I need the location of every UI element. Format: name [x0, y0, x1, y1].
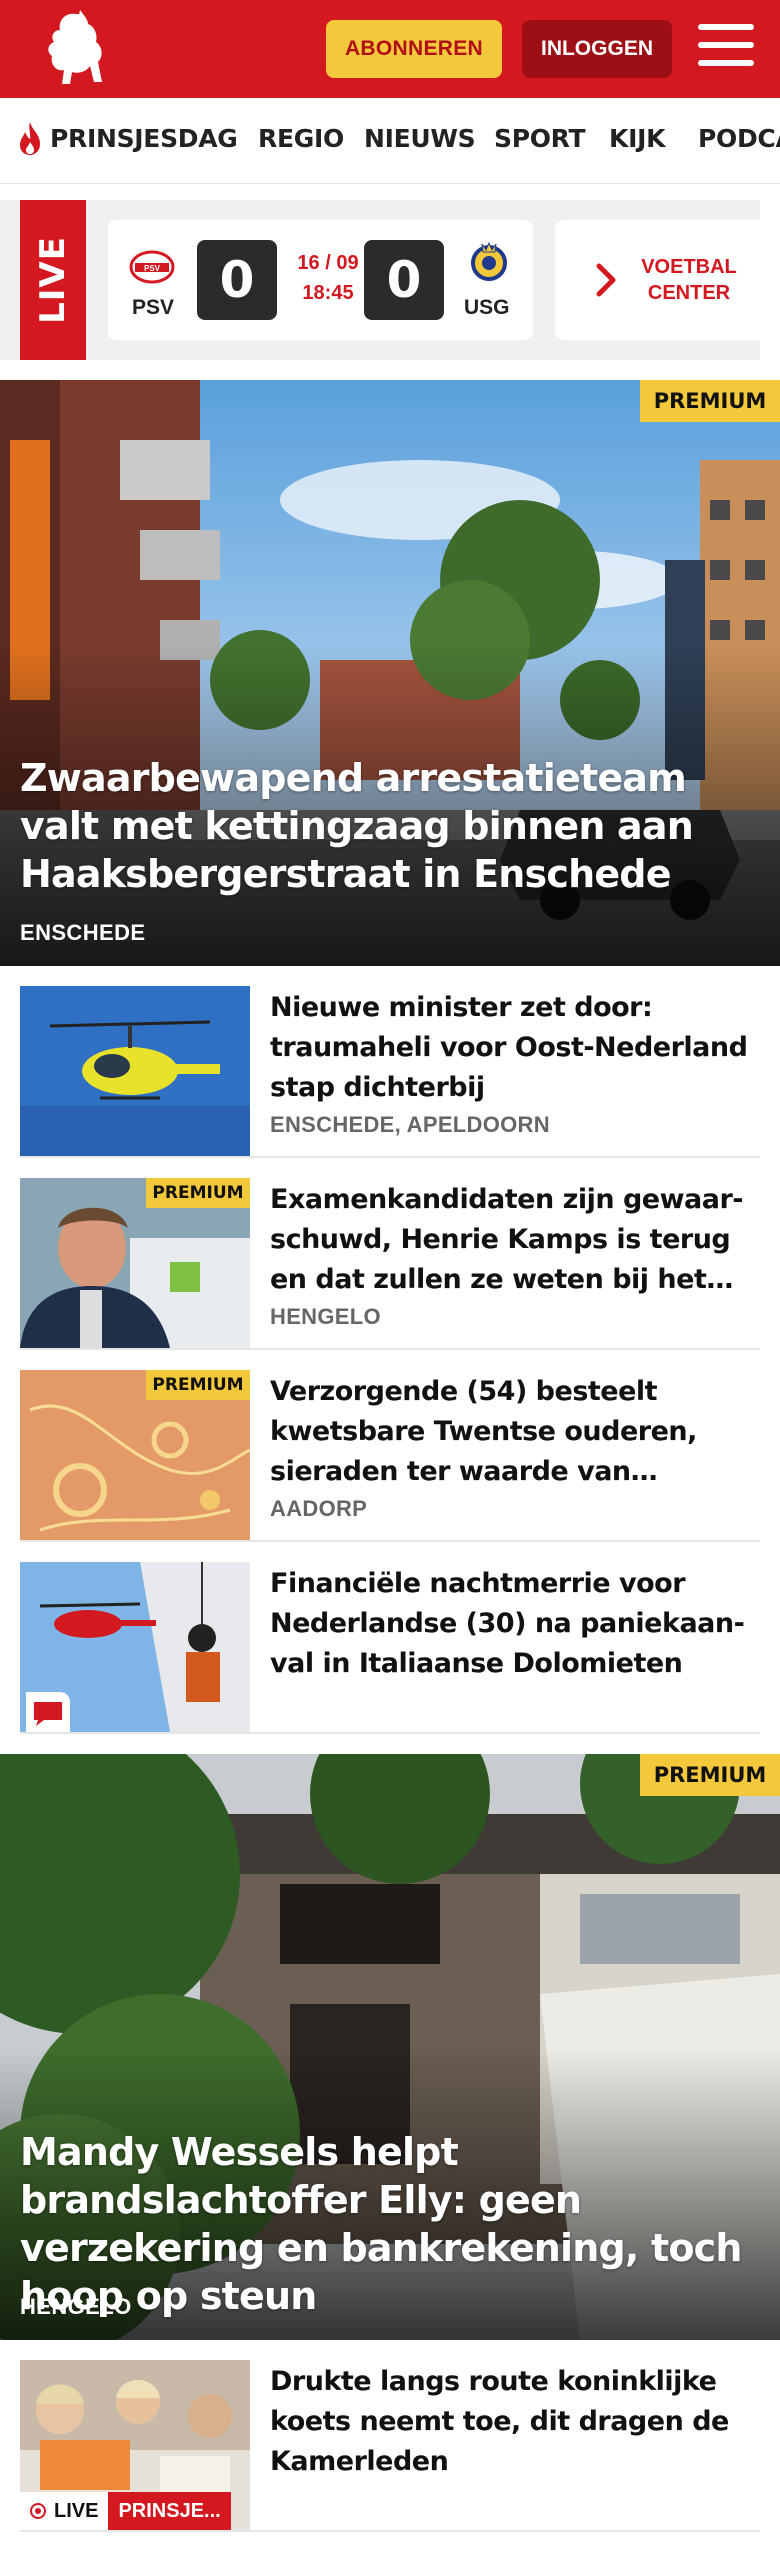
nav-item-nieuws[interactable]: NIEUWS — [364, 124, 476, 153]
away-team-name: USG — [464, 296, 510, 319]
hero-title[interactable]: Zwaarbewapend arrestatieteam valt met ke… — [20, 754, 760, 898]
voetbal-center-link[interactable]: VOETBAL CENTER — [639, 220, 739, 340]
article-title[interactable]: Verzorgende (54) besteelt kwetsbare Twen… — [270, 1372, 750, 1492]
nav-item-podcast[interactable]: PODCA — [698, 124, 780, 153]
live-scores-bar: LIVE PSV PSV 0 16 / 09 18:45 0 USG VOETB… — [0, 200, 760, 360]
premium-badge: PREMIUM — [146, 1370, 250, 1400]
hero-title[interactable]: Mandy Wessels helpt brandslachtof­fer El… — [20, 2128, 760, 2320]
live-tag: LIVE PRINSJE... — [20, 2492, 231, 2530]
comment-icon — [26, 1692, 70, 1732]
article-title[interactable]: Financiële nachtmerrie voor Nederlandse … — [270, 1564, 750, 1684]
list-item[interactable]: LIVE PRINSJE... Drukte langs route konin… — [20, 2340, 760, 2532]
list-item[interactable]: PREMIUM Verzorgende (54) besteelt kwetsb… — [20, 1350, 760, 1542]
match-time: 18:45 — [302, 282, 354, 304]
hero-location: ENSCHEDE — [20, 920, 146, 945]
chevron-right-icon[interactable] — [595, 262, 619, 298]
home-team-name: PSV — [132, 296, 175, 319]
login-button[interactable]: INLOGGEN — [522, 20, 672, 78]
hero-location: HENGELO — [20, 2294, 132, 2319]
menu-icon[interactable] — [698, 24, 754, 72]
nav-item-kijk[interactable]: KIJK — [609, 124, 665, 153]
svg-text:PSV: PSV — [144, 264, 161, 273]
section-nav: PRINSJESDAG REGIO NIEUWS SPORT KIJK PODC… — [0, 98, 780, 184]
voetbal-center-card: VOETBAL CENTER — [555, 220, 760, 340]
subscribe-button[interactable]: ABONNEREN — [326, 20, 502, 78]
list-item[interactable]: Financiële nachtmerrie voor Nederlandse … — [20, 1542, 760, 1734]
match-card[interactable]: PSV PSV 0 16 / 09 18:45 0 USG — [108, 220, 533, 340]
match-datetime: 16 / 09 18:45 — [288, 248, 368, 308]
premium-badge: PREMIUM — [640, 1754, 780, 1796]
live-tag-label: LIVE — [54, 2499, 99, 2522]
crowd-thumbnail: LIVE PRINSJE... — [20, 2360, 250, 2530]
jewelry-thumbnail: PREMIUM — [20, 1370, 250, 1540]
article-location: AADORP — [270, 1496, 368, 1521]
list-item[interactable]: Nieuwe minister zet door: traumaheli voo… — [20, 966, 760, 1158]
list-item[interactable]: PREMIUM Examenkandidaten zijn gewaar­sch… — [20, 1158, 760, 1350]
article-location: ENSCHEDE, APELDOORN — [270, 1112, 550, 1137]
premium-badge: PREMIUM — [640, 380, 780, 422]
match-date: 16 / 09 — [297, 252, 359, 274]
nav-item-regio[interactable]: REGIO — [258, 124, 344, 153]
live-label: LIVE — [20, 200, 86, 360]
article-location: HENGELO — [270, 1304, 381, 1329]
nav-item-sport[interactable]: SPORT — [494, 124, 586, 153]
helicopter-thumbnail — [20, 986, 250, 1156]
flame-icon — [20, 122, 40, 155]
site-header: ABONNEREN INLOGGEN — [0, 0, 780, 98]
hero-article[interactable]: PREMIUM Mandy Wessels helpt brandslachto… — [0, 1754, 780, 2340]
nav-item-prinsjesdag[interactable]: PRINSJESDAG — [50, 124, 238, 153]
usg-crest-icon — [471, 241, 507, 281]
article-title[interactable]: Nieuwe minister zet door: traumaheli voo… — [270, 988, 750, 1108]
category-tag: PRINSJE... — [108, 2492, 231, 2530]
psv-crest-icon: PSV — [129, 250, 175, 284]
away-score: 0 — [364, 240, 444, 320]
hero-article[interactable]: PREMIUM Zwaarbewapend arrestatieteam val… — [0, 380, 780, 966]
home-score: 0 — [197, 240, 277, 320]
article-title[interactable]: Drukte langs route koninklijke koets nee… — [270, 2362, 750, 2482]
tubantia-horse-logo-icon[interactable] — [36, 8, 108, 90]
man-portrait-thumbnail: PREMIUM — [20, 1178, 250, 1348]
article-title[interactable]: Examenkandidaten zijn gewaar­schuwd, Hen… — [270, 1180, 750, 1300]
premium-badge: PREMIUM — [146, 1178, 250, 1208]
live-dot-icon — [30, 2503, 46, 2519]
rescue-helicopter-thumbnail — [20, 1562, 250, 1732]
